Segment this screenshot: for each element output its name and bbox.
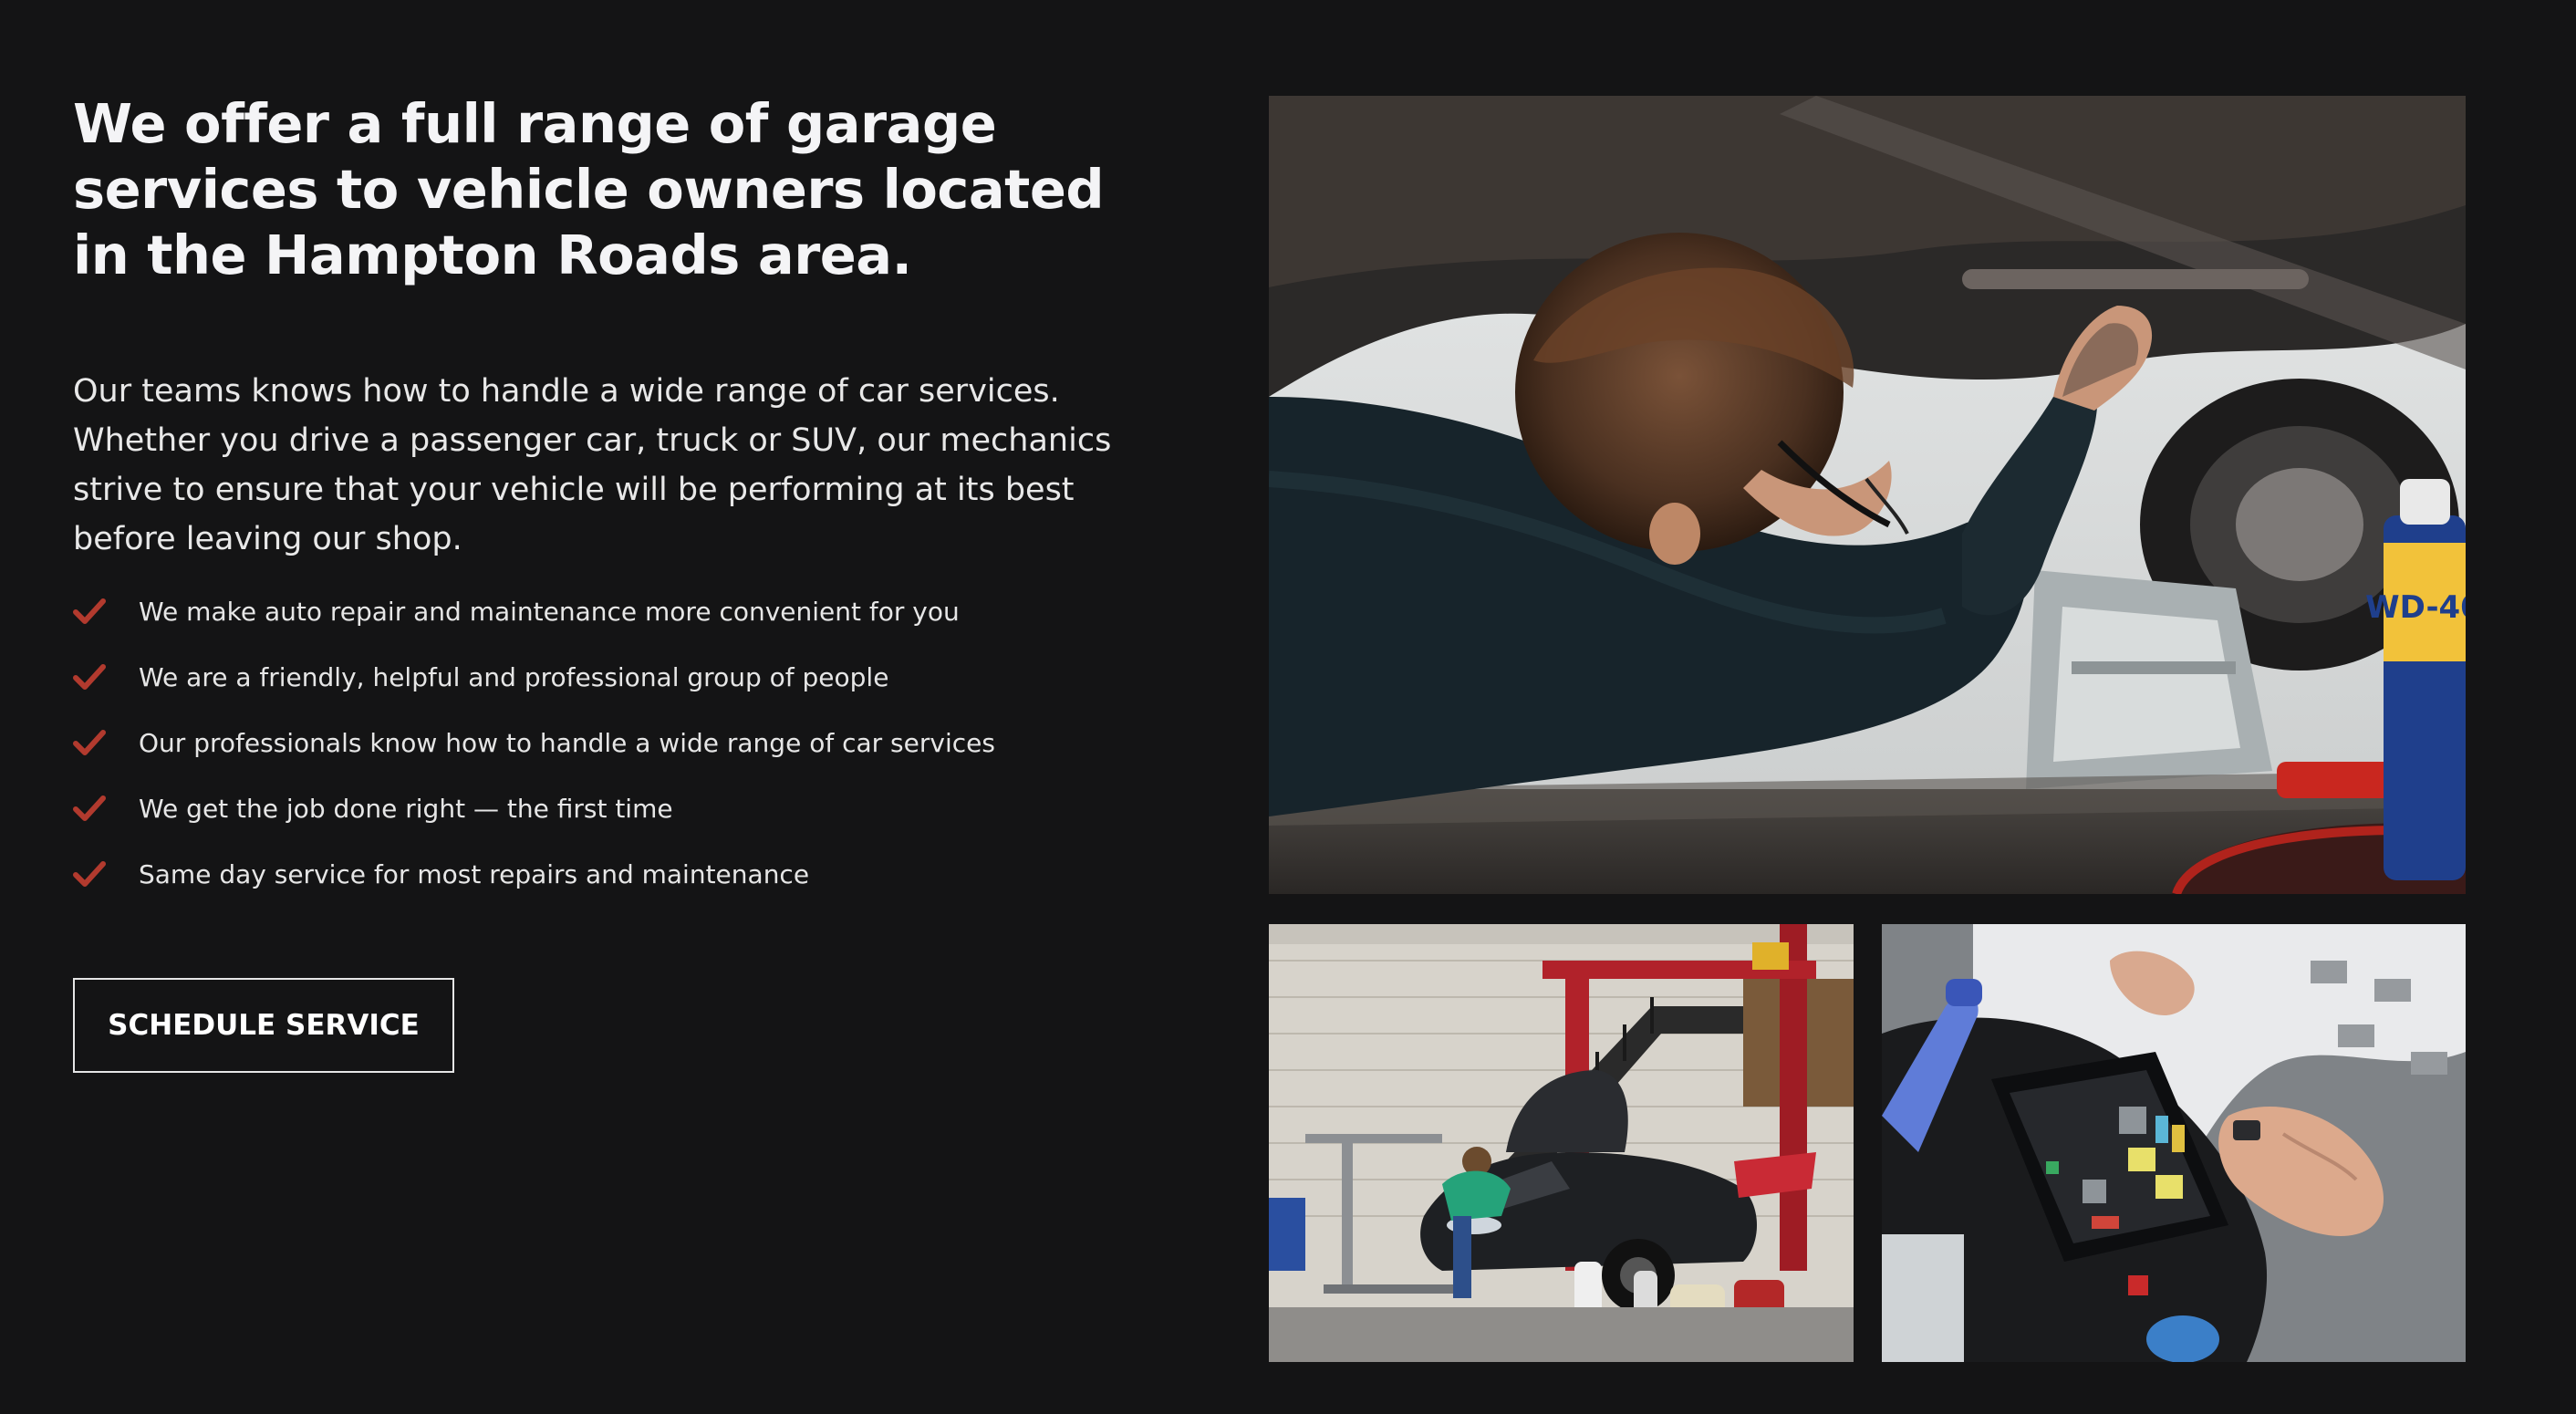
checkmark-icon: [73, 858, 106, 890]
feature-item: We make auto repair and maintenance more…: [73, 578, 1131, 644]
feature-text: We are a friendly, helpful and professio…: [139, 661, 889, 692]
feature-text: Our professionals know how to handle a w…: [139, 727, 995, 758]
intro-paragraph: Our teams knows how to handle a wide ran…: [73, 373, 1112, 557]
feature-item: Our professionals know how to handle a w…: [73, 710, 1131, 775]
feature-text: Same day service for most repairs and ma…: [139, 858, 810, 889]
checkmark-icon: [73, 660, 106, 693]
feature-list: We make auto repair and maintenance more…: [73, 578, 1131, 907]
feature-item: We get the job done right — the first ti…: [73, 775, 1131, 841]
mechanic-under-car-photo: WD-40: [1269, 96, 2466, 894]
wd40-label: WD-40: [2365, 589, 2466, 626]
feature-item: We are a friendly, helpful and professio…: [73, 644, 1131, 710]
content-column: We offer a full range of garage services…: [73, 91, 1131, 907]
garage-lift-photo: [1269, 924, 1854, 1362]
checkmark-icon: [73, 726, 106, 759]
checkmark-icon: [73, 595, 106, 628]
engine-fuse-box-photo: [1882, 924, 2466, 1362]
section-heading: We offer a full range of garage services…: [73, 92, 1105, 286]
checkmark-icon: [73, 792, 106, 825]
feature-text: We make auto repair and maintenance more…: [139, 596, 960, 627]
schedule-service-button[interactable]: SCHEDULE SERVICE: [73, 978, 454, 1073]
feature-text: We get the job done right — the first ti…: [139, 793, 673, 824]
feature-item: Same day service for most repairs and ma…: [73, 841, 1131, 907]
